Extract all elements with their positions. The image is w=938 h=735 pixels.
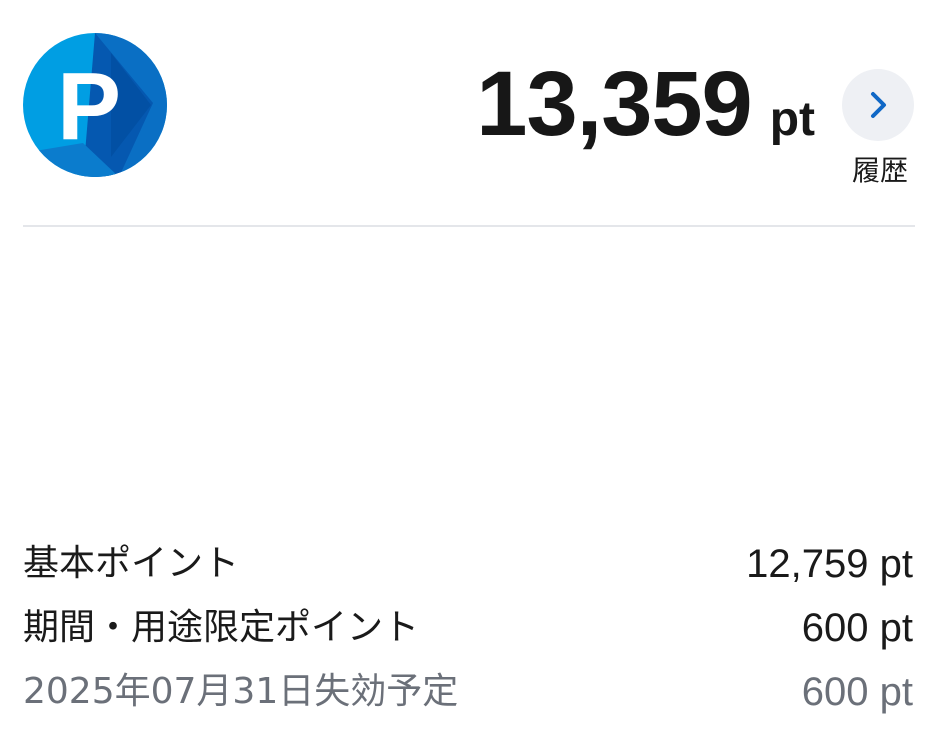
history-label[interactable]: 履歴 xyxy=(852,154,908,188)
limited-points-row: 期間・用途限定ポイント 600 pt xyxy=(23,596,913,660)
row-value: 600 pt xyxy=(801,670,913,714)
history-button[interactable] xyxy=(842,69,914,141)
logo-letter: P xyxy=(57,53,121,160)
balance-unit: pt xyxy=(769,93,815,146)
divider xyxy=(23,225,915,227)
point-logo-icon: P xyxy=(23,33,167,177)
row-label: 期間・用途限定ポイント xyxy=(23,607,420,648)
row-value: 12,759 pt xyxy=(746,542,913,586)
row-label: 2025年07月31日失効予定 xyxy=(23,671,459,712)
row-value: 600 pt xyxy=(801,606,913,650)
row-label: 基本ポイント xyxy=(23,543,240,584)
point-balance: 13,359 pt xyxy=(476,58,815,150)
chevron-right-icon xyxy=(871,92,886,118)
points-breakdown: 基本ポイント 12,759 pt 期間・用途限定ポイント 600 pt 2025… xyxy=(23,532,913,724)
expiry-row: 2025年07月31日失効予定 600 pt xyxy=(23,660,913,724)
balance-value: 13,359 xyxy=(476,53,752,155)
basic-points-row: 基本ポイント 12,759 pt xyxy=(23,532,913,596)
